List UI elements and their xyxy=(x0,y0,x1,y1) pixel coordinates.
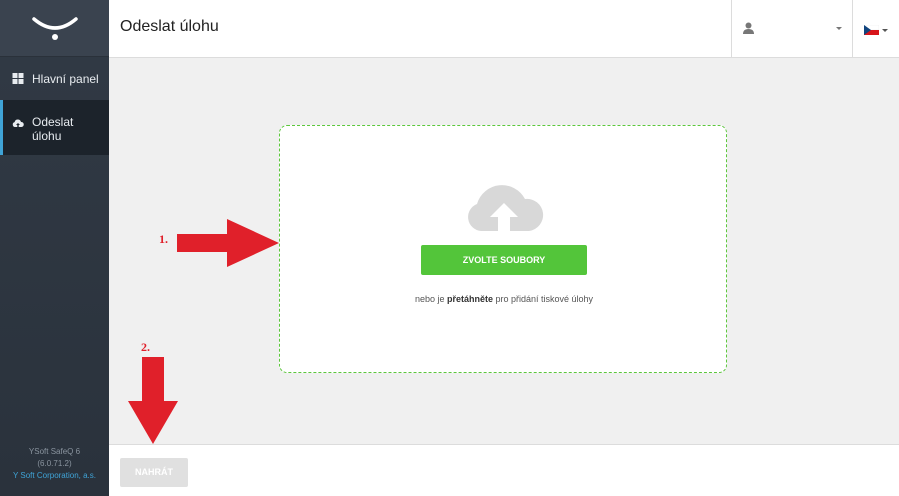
footer-bar: NAHRÁT xyxy=(109,444,899,496)
czech-flag-icon xyxy=(864,25,879,35)
language-selector[interactable] xyxy=(852,0,899,57)
file-dropzone[interactable]: ZVOLTE SOUBORY nebo je přetáhněte pro př… xyxy=(279,125,727,373)
sidebar-item-label: Odeslat úlohu xyxy=(32,115,74,143)
sidebar-item-dashboard[interactable]: Hlavní panel xyxy=(0,57,109,100)
hint-prefix: nebo je xyxy=(414,294,447,304)
sidebar-item-upload[interactable]: Odeslat úlohu xyxy=(0,100,109,155)
company-link[interactable]: Y Soft Corporation, a.s. xyxy=(0,470,109,482)
choose-files-button[interactable]: ZVOLTE SOUBORY xyxy=(421,245,587,275)
upload-button[interactable]: NAHRÁT xyxy=(120,458,188,487)
ysoft-logo-icon xyxy=(31,17,78,40)
arrow-right-icon xyxy=(177,219,279,267)
hint-bold: přetáhněte xyxy=(446,294,493,304)
user-icon xyxy=(743,22,754,34)
sidebar-item-label: Hlavní panel xyxy=(32,71,99,86)
step-1-label: 1. xyxy=(159,232,168,246)
cloud-upload-icon xyxy=(468,185,544,231)
page-title: Odeslat úlohu xyxy=(120,18,219,35)
arrow-down-icon xyxy=(128,357,178,444)
hint-suffix: pro přidání tiskové úlohy xyxy=(492,294,594,304)
chevron-down-icon xyxy=(882,29,888,32)
step-2-label: 2. xyxy=(141,340,150,354)
top-header: Odeslat úlohu xyxy=(109,0,899,58)
sidebar-footer: YSoft SafeQ 6 (6.0.71.2) Y Soft Corporat… xyxy=(0,446,109,482)
product-name: YSoft SafeQ 6 xyxy=(28,447,81,456)
drop-hint: nebo je přetáhněte pro přidání tiskové ú… xyxy=(404,292,604,306)
logo[interactable] xyxy=(0,0,109,57)
sidebar: Hlavní panel Odeslat úlohu YSoft SafeQ 6… xyxy=(0,0,109,496)
app-root: Hlavní panel Odeslat úlohu YSoft SafeQ 6… xyxy=(0,0,899,496)
product-version: (6.0.71.2) xyxy=(37,459,72,468)
dashboard-grid-icon xyxy=(12,73,24,84)
chevron-down-icon xyxy=(836,27,842,30)
user-menu[interactable] xyxy=(731,0,852,57)
cloud-upload-icon xyxy=(12,119,24,128)
